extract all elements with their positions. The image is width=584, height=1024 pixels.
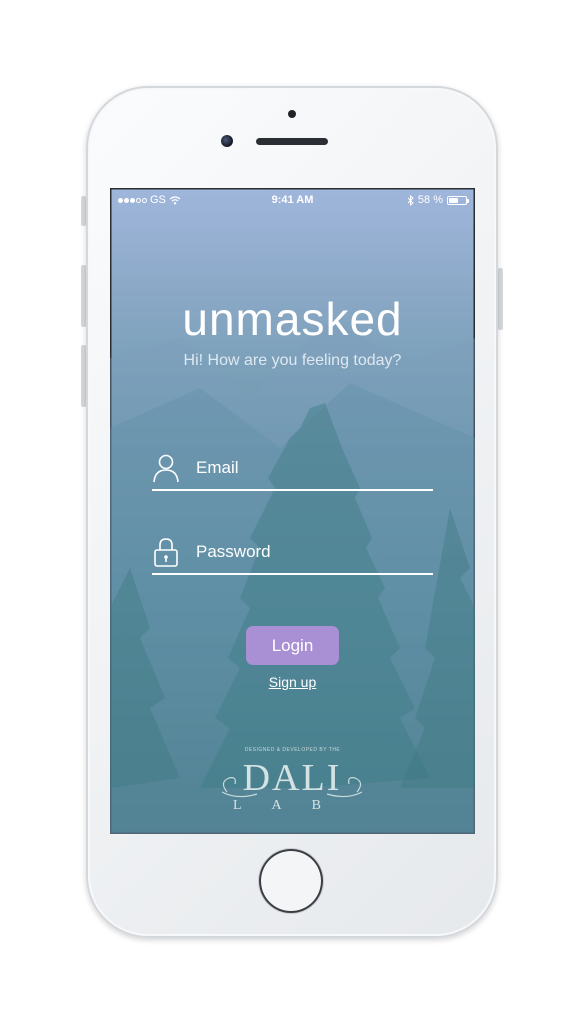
lock-icon — [154, 538, 178, 567]
mountain-background — [110, 318, 475, 834]
dali-logo-main: DALI — [243, 757, 342, 799]
password-input[interactable] — [196, 539, 426, 565]
user-icon — [153, 454, 179, 483]
battery-level — [449, 197, 459, 203]
status-bar: GS 9:41 AM 58 % — [110, 188, 475, 212]
phone-screen: GS 9:41 AM 58 % unmasked Hi! How are you… — [110, 188, 475, 834]
battery-percent: 58 % — [417, 194, 443, 206]
earpiece-speaker — [256, 138, 328, 145]
front-camera-icon — [221, 135, 233, 147]
password-field — [152, 533, 433, 575]
bluetooth-icon — [407, 194, 414, 206]
app-subtitle: Hi! How are you feeling today? — [183, 352, 402, 369]
dali-lab-logo: DALI LAB — [221, 757, 363, 813]
proximity-sensor — [288, 110, 296, 118]
battery-icon — [447, 195, 469, 205]
email-field — [152, 449, 433, 491]
app-title: unmasked — [182, 293, 403, 345]
signup-link[interactable]: Sign up — [110, 674, 475, 690]
email-input[interactable] — [196, 455, 426, 481]
dali-logo-sub: LAB — [233, 798, 351, 813]
login-button[interactable]: Login — [246, 626, 339, 665]
power-button — [498, 268, 503, 330]
status-right: 58 % — [407, 194, 469, 206]
home-button[interactable] — [259, 849, 323, 913]
